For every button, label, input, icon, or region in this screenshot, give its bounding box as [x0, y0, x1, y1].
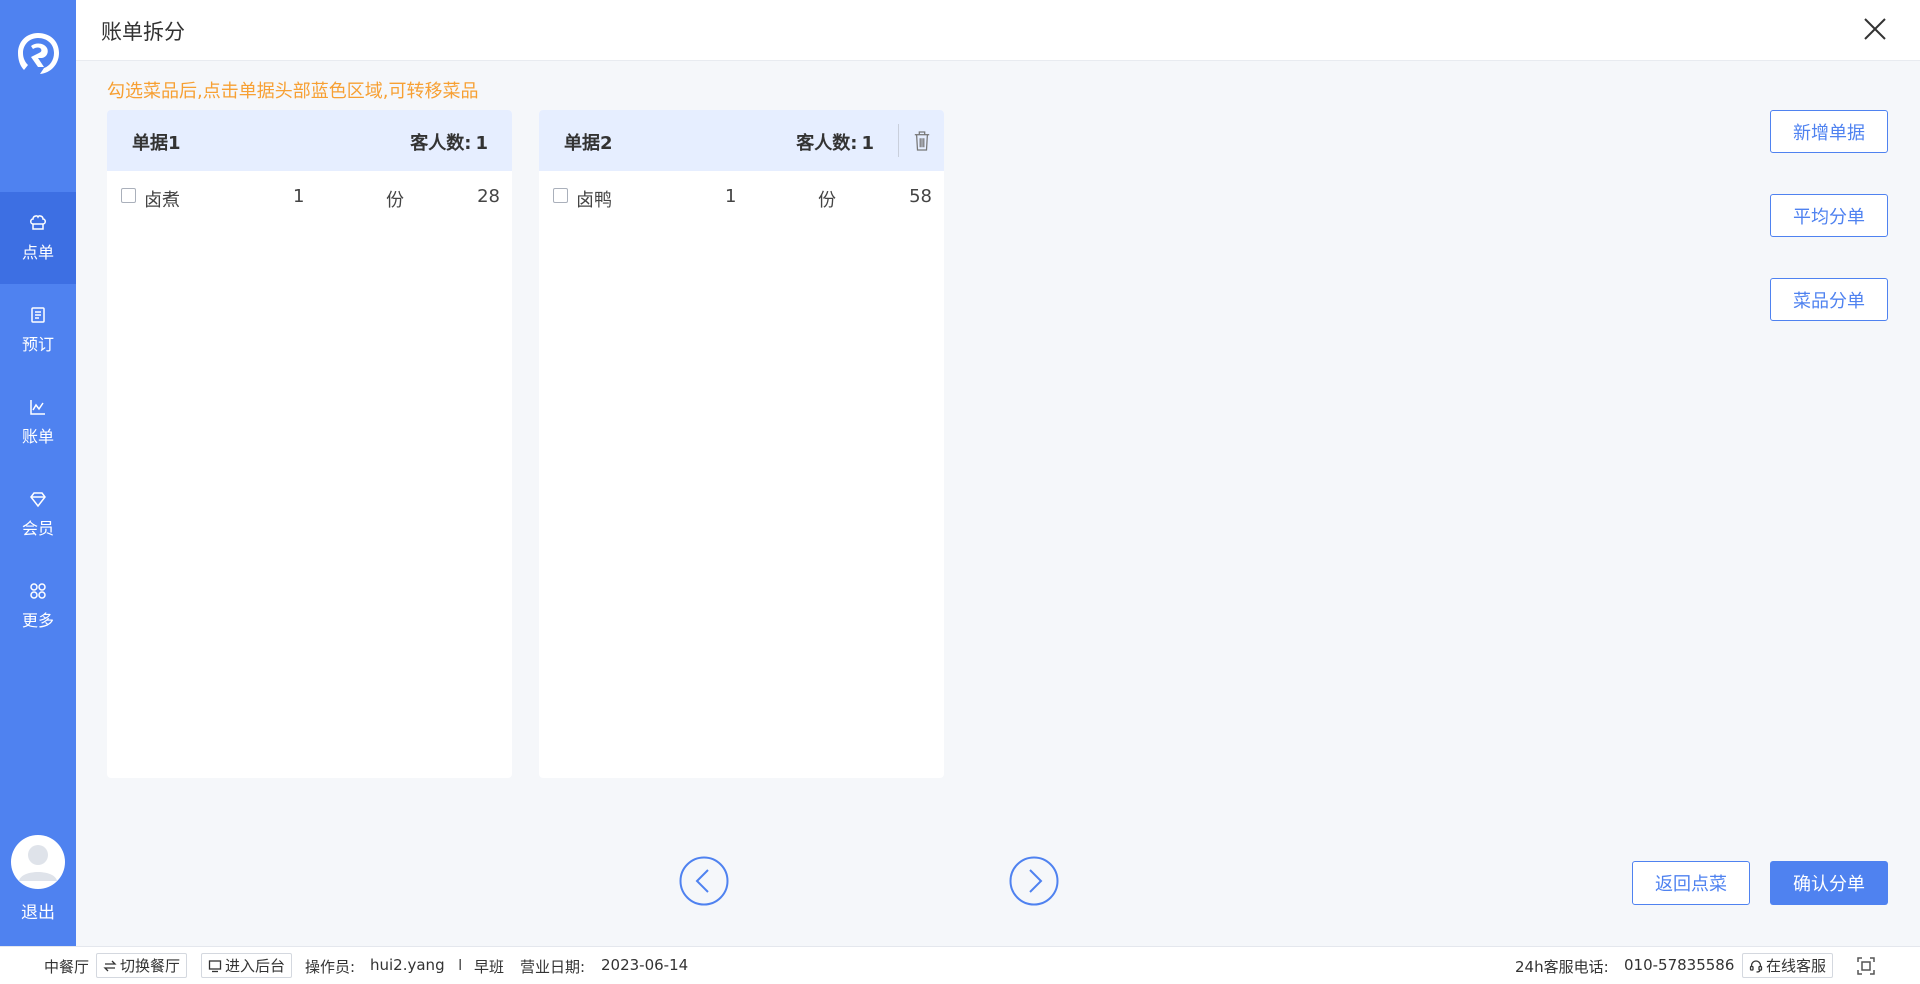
hall-name: 中餐厅: [44, 958, 90, 976]
avatar[interactable]: [11, 835, 65, 889]
switch-hall-button[interactable]: 切换餐厅: [96, 953, 188, 978]
guest-count-label: 客人数:: [796, 133, 858, 154]
guest-count-label: 客人数:: [410, 133, 472, 154]
user-avatar-icon: [19, 845, 57, 881]
sidebar-item-more[interactable]: 更多: [0, 560, 76, 652]
delete-bill-button[interactable]: [898, 124, 944, 157]
bill-card: 单据2 客人数: 1 卤鸭 1 份 58: [539, 110, 944, 778]
chart-icon: [30, 400, 45, 415]
grid-icon: [30, 583, 46, 599]
guest-count-value: 1: [475, 133, 488, 154]
sidebar-item-label: 预订: [21, 335, 54, 354]
bill-card-header[interactable]: 单据1 客人数: 1: [107, 110, 512, 171]
swap-icon: [103, 960, 117, 971]
dish-row: 卤煮 1 份 28: [107, 171, 512, 221]
diamond-icon: [30, 492, 46, 508]
chef-hat-icon: [30, 215, 46, 230]
sidebar-item-member[interactable]: 会员: [0, 468, 76, 560]
headset-icon: [1749, 959, 1763, 973]
dish-qty: 1: [293, 186, 305, 207]
separator: I: [458, 956, 463, 974]
hint-text: 勾选菜品后,点击单据头部蓝色区域,可转移菜品: [107, 81, 479, 102]
back-to-order-button[interactable]: 返回点菜: [1632, 861, 1750, 905]
dish-qty: 1: [725, 186, 737, 207]
trash-icon: [914, 130, 929, 151]
book-icon: [31, 307, 45, 323]
sidebar: 点单 预订 账单 会员 更多 退出: [0, 0, 76, 946]
dish-name: 卤煮: [144, 190, 180, 211]
switch-hall-label: 切换餐厅: [120, 957, 181, 975]
confirm-split-button[interactable]: 确认分单: [1770, 861, 1888, 905]
bill-card-header[interactable]: 单据2 客人数: 1: [539, 110, 944, 171]
logout-button[interactable]: 退出: [0, 898, 76, 923]
dish-unit: 份: [386, 190, 404, 211]
next-page-icon[interactable]: [1009, 856, 1059, 906]
guest-count: 客人数: 1: [410, 129, 488, 155]
close-icon[interactable]: [1860, 14, 1890, 44]
average-split-button[interactable]: 平均分单: [1770, 194, 1888, 237]
dish-name: 卤鸭: [576, 190, 612, 211]
page-title: 账单拆分: [101, 20, 185, 44]
shift-name: 早班: [474, 958, 505, 976]
sidebar-item-bills[interactable]: 账单: [0, 376, 76, 468]
business-date: 2023-06-14: [601, 956, 689, 974]
sidebar-item-label: 账单: [21, 427, 54, 446]
sidebar-item-label: 点单: [21, 243, 54, 262]
fullscreen-icon[interactable]: [1856, 956, 1876, 976]
sidebar-item-label: 更多: [21, 611, 54, 630]
dish-row: 卤鸭 1 份 58: [539, 171, 944, 221]
dish-unit: 份: [818, 190, 836, 211]
enter-backend-button[interactable]: 进入后台: [201, 953, 293, 978]
dish-checkbox[interactable]: [553, 188, 568, 203]
guest-count-value: 1: [861, 133, 874, 154]
dish-checkbox[interactable]: [121, 188, 136, 203]
status-bar: 中餐厅 切换餐厅 进入后台 操作员: hui2.yang I 早班 营业日期: …: [0, 946, 1920, 984]
prev-page-icon[interactable]: [679, 856, 729, 906]
dish-split-button[interactable]: 菜品分单: [1770, 278, 1888, 321]
online-service-button[interactable]: 在线客服: [1742, 953, 1834, 978]
app-logo-icon: [18, 33, 59, 74]
guest-count: 客人数: 1: [796, 129, 874, 155]
enter-backend-label: 进入后台: [225, 957, 286, 975]
bill-card: 单据1 客人数: 1 卤煮 1 份 28: [107, 110, 512, 778]
operator-name: hui2.yang: [370, 956, 445, 974]
monitor-icon: [208, 959, 222, 972]
online-service-label: 在线客服: [1766, 957, 1827, 975]
sidebar-item-label: 会员: [21, 519, 54, 538]
bill-name: 单据2: [564, 133, 613, 154]
sidebar-item-reserve[interactable]: 预订: [0, 284, 76, 376]
business-date-label: 营业日期:: [520, 958, 586, 976]
dish-price: 58: [909, 186, 932, 207]
add-bill-button[interactable]: 新增单据: [1770, 110, 1888, 153]
bill-name: 单据1: [132, 133, 181, 154]
hotline-number: 010-57835586: [1624, 956, 1735, 974]
operator-label: 操作员:: [305, 958, 356, 976]
sidebar-item-order[interactable]: 点单: [0, 192, 76, 284]
hotline-label: 24h客服电话:: [1515, 958, 1609, 976]
header: 账单拆分: [76, 0, 1920, 61]
dish-price: 28: [477, 186, 500, 207]
